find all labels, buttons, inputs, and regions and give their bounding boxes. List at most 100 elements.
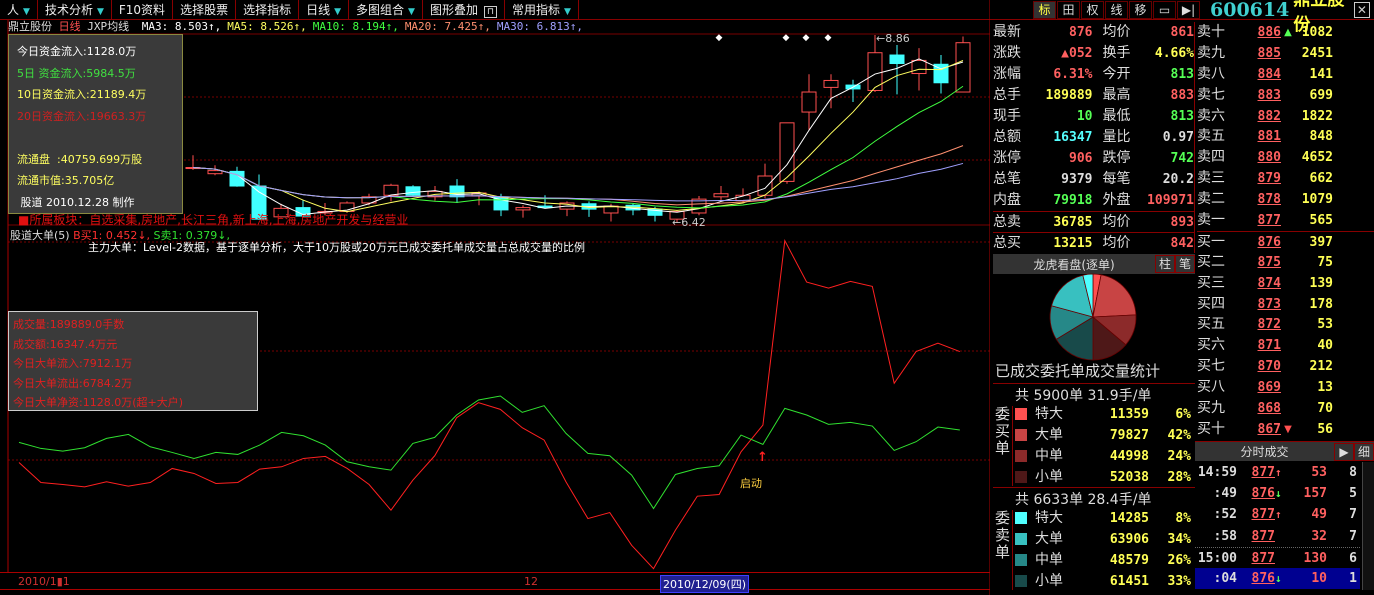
bar-view-button[interactable]: 柱 — [1155, 255, 1175, 273]
tick-row[interactable]: :04 876 ↓ 10 1 — [1195, 567, 1360, 590]
bid-row[interactable]: 买八 869 13 — [1197, 377, 1374, 398]
quote-tool-button[interactable]: 标 — [1033, 0, 1056, 19]
tick-volume: 10 — [1311, 570, 1327, 586]
tick-volume: 49 — [1311, 507, 1327, 523]
ask-row[interactable]: 卖五 881 848 — [1197, 126, 1374, 147]
play-button[interactable]: ▶ — [1334, 442, 1354, 461]
ask-row[interactable]: 卖六 882 1822 — [1197, 106, 1374, 127]
order-size-volume: 48579 — [1109, 553, 1149, 568]
tick-direction-icon: ↓ — [1275, 571, 1282, 585]
stat-label: 总手 — [993, 87, 1021, 103]
candle — [449, 179, 465, 203]
bid-row[interactable]: 买十 867 ▼ 56 — [1197, 419, 1374, 440]
level-price: 878 — [1257, 192, 1281, 208]
level-label: 买一 — [1197, 233, 1225, 250]
quote-tool-button[interactable]: 权 — [1081, 0, 1104, 19]
quote-tool-button[interactable]: ▭ — [1153, 0, 1176, 19]
stat-label: 外盘 — [1102, 192, 1131, 208]
legend-swatch — [1015, 575, 1027, 587]
ask-row[interactable]: 卖一 877 565 — [1197, 210, 1374, 231]
ask-row[interactable]: 卖二 878 1079 — [1197, 189, 1374, 210]
volume-line: 今日大单流出:6784.2万 — [13, 376, 133, 390]
level-price: 879 — [1257, 171, 1281, 187]
ask-row[interactable]: 卖三 879 662 — [1197, 168, 1374, 189]
candle — [757, 163, 773, 199]
level-quantity: 40 — [1317, 338, 1333, 354]
stat-value: 36785 — [1053, 215, 1093, 230]
stat-label: 最新 — [993, 24, 1021, 40]
change-marker-icon — [1281, 232, 1295, 252]
ask-row[interactable]: 卖四 880 4652 — [1197, 147, 1374, 168]
stat-row: 总笔 9379 每笔 20.2 — [993, 169, 1194, 190]
ask-row[interactable]: 卖七 883 699 — [1197, 85, 1374, 106]
order-size-row: 大单 63906 34% — [1015, 529, 1195, 550]
stat-value: 842 — [1170, 236, 1195, 251]
level-quantity: 13 — [1317, 380, 1333, 396]
level-label: 卖二 — [1197, 191, 1225, 208]
candle — [515, 205, 531, 218]
bid-row[interactable]: 买三 874 139 — [1197, 273, 1374, 294]
volume-line: 成交量:189889.0手数 — [13, 318, 125, 331]
bid-row[interactable]: 买二 875 75 — [1197, 252, 1374, 273]
change-marker-icon — [1281, 106, 1295, 127]
level-quantity: 139 — [1309, 275, 1333, 291]
order-size-label: 特大 — [1035, 406, 1063, 422]
signal-marker-icon: ◆ — [716, 33, 723, 43]
ask-row[interactable]: 卖八 884 141 — [1197, 64, 1374, 85]
level-quantity: 699 — [1309, 87, 1333, 103]
tick-row[interactable]: 15:00 877 130 6 — [1195, 546, 1360, 568]
level-label: 卖六 — [1197, 107, 1225, 124]
stat-label: 每笔 — [1102, 171, 1131, 187]
stat-value: 13215 — [1053, 236, 1093, 251]
fund-flow-line: 流通盘 :40759.699万股 — [17, 152, 143, 166]
tick-row[interactable]: :49 876 ↓ 157 5 — [1195, 483, 1360, 504]
order-size-label: 小单 — [1035, 469, 1063, 485]
ask-row[interactable]: 卖十 886 ▲ 1082 — [1197, 22, 1374, 43]
stat-value: 813 — [1170, 109, 1195, 124]
tick-direction-icon — [1275, 526, 1287, 547]
quote-tool-button[interactable]: ▶| — [1177, 0, 1200, 19]
ticks-header: 分时成交 ▶ 细 — [1195, 441, 1374, 461]
ma20-line — [192, 145, 964, 206]
candle — [383, 183, 399, 202]
detail-button[interactable]: 细 — [1354, 442, 1374, 461]
bid-row[interactable]: 买六 871 40 — [1197, 335, 1374, 356]
quote-tool-button[interactable]: 田 — [1057, 0, 1080, 19]
bid-row[interactable]: 买四 873 178 — [1197, 294, 1374, 315]
level-price: 871 — [1257, 338, 1281, 354]
bid-row[interactable]: 买五 872 53 — [1197, 314, 1374, 335]
stat-row: 总买 13215 均价 842 — [993, 232, 1194, 253]
bid-row[interactable]: 买七 870 212 — [1197, 356, 1374, 377]
bid-row[interactable]: 买九 868 70 — [1197, 398, 1374, 419]
stat-label: 涨停 — [993, 150, 1021, 166]
level-label: 买十 — [1197, 420, 1225, 437]
fund-flow-line: 10日资金流入:21189.4万 — [17, 88, 147, 101]
legend-swatch — [1015, 471, 1027, 483]
close-button[interactable]: ✕ — [1353, 1, 1370, 18]
quote-tool-button[interactable]: 线 — [1105, 0, 1128, 19]
tick-row[interactable]: :58 877 32 7 — [1195, 526, 1360, 547]
stat-row: 总额 16347 量比 0.97 — [993, 127, 1194, 148]
tick-view-button[interactable]: 笔 — [1175, 255, 1195, 273]
change-marker-icon — [1281, 126, 1295, 147]
tick-row[interactable]: :52 877 ↑ 49 7 — [1195, 504, 1360, 525]
stat-value: 742 — [1170, 151, 1195, 166]
indicator-name[interactable]: 股道大单(5) — [10, 229, 70, 242]
longhu-title: 龙虎看盘(逐单) — [1033, 257, 1115, 272]
bid-row[interactable]: 买一 876 397 — [1197, 230, 1374, 252]
level-quantity: 4652 — [1301, 150, 1333, 166]
tick-count: 6 — [1349, 550, 1357, 566]
volume-line: 今日大单净资:1128.0万(超+大户) — [13, 396, 183, 409]
change-marker-icon — [1281, 273, 1295, 294]
tick-count: 7 — [1349, 528, 1357, 544]
tick-price: 876 — [1251, 570, 1275, 586]
quote-tool-button[interactable]: 移 — [1129, 0, 1152, 19]
tick-row[interactable]: 14:59 877 ↑ 53 8 — [1195, 462, 1360, 483]
stat-row: 涨停 906 跌停 742 — [993, 148, 1194, 169]
tick-scrollbar[interactable] — [1362, 462, 1374, 590]
tick-time: :52 — [1213, 507, 1237, 523]
order-size-percent: 26% — [1167, 553, 1191, 568]
tick-volume: 130 — [1303, 550, 1327, 566]
ask-row[interactable]: 卖九 885 2451 — [1197, 43, 1374, 64]
candle — [625, 203, 641, 216]
